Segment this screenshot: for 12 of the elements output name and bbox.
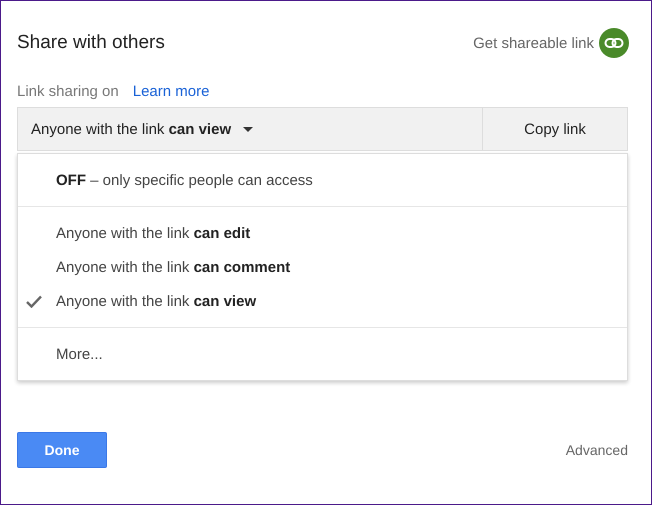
menu-item[interactable]: Anyone with the link can comment bbox=[18, 250, 627, 284]
menu-item[interactable]: Anyone with the link can view bbox=[18, 284, 627, 318]
caret-icon bbox=[243, 126, 254, 132]
advanced-link[interactable]: Advanced bbox=[566, 442, 628, 458]
get-shareable-link[interactable]: Get shareable link bbox=[473, 34, 594, 52]
menu-item[interactable]: Anyone with the link can edit bbox=[18, 216, 627, 250]
link-sharing-status: Link sharing on bbox=[17, 83, 119, 100]
learn-more-link[interactable]: Learn more bbox=[132, 83, 210, 100]
dialog-title: Share with others bbox=[17, 32, 165, 54]
menu-item[interactable]: More... bbox=[18, 337, 627, 371]
link-icon[interactable] bbox=[599, 28, 629, 58]
menu-item[interactable]: OFF – only specific people can access bbox=[18, 163, 627, 197]
